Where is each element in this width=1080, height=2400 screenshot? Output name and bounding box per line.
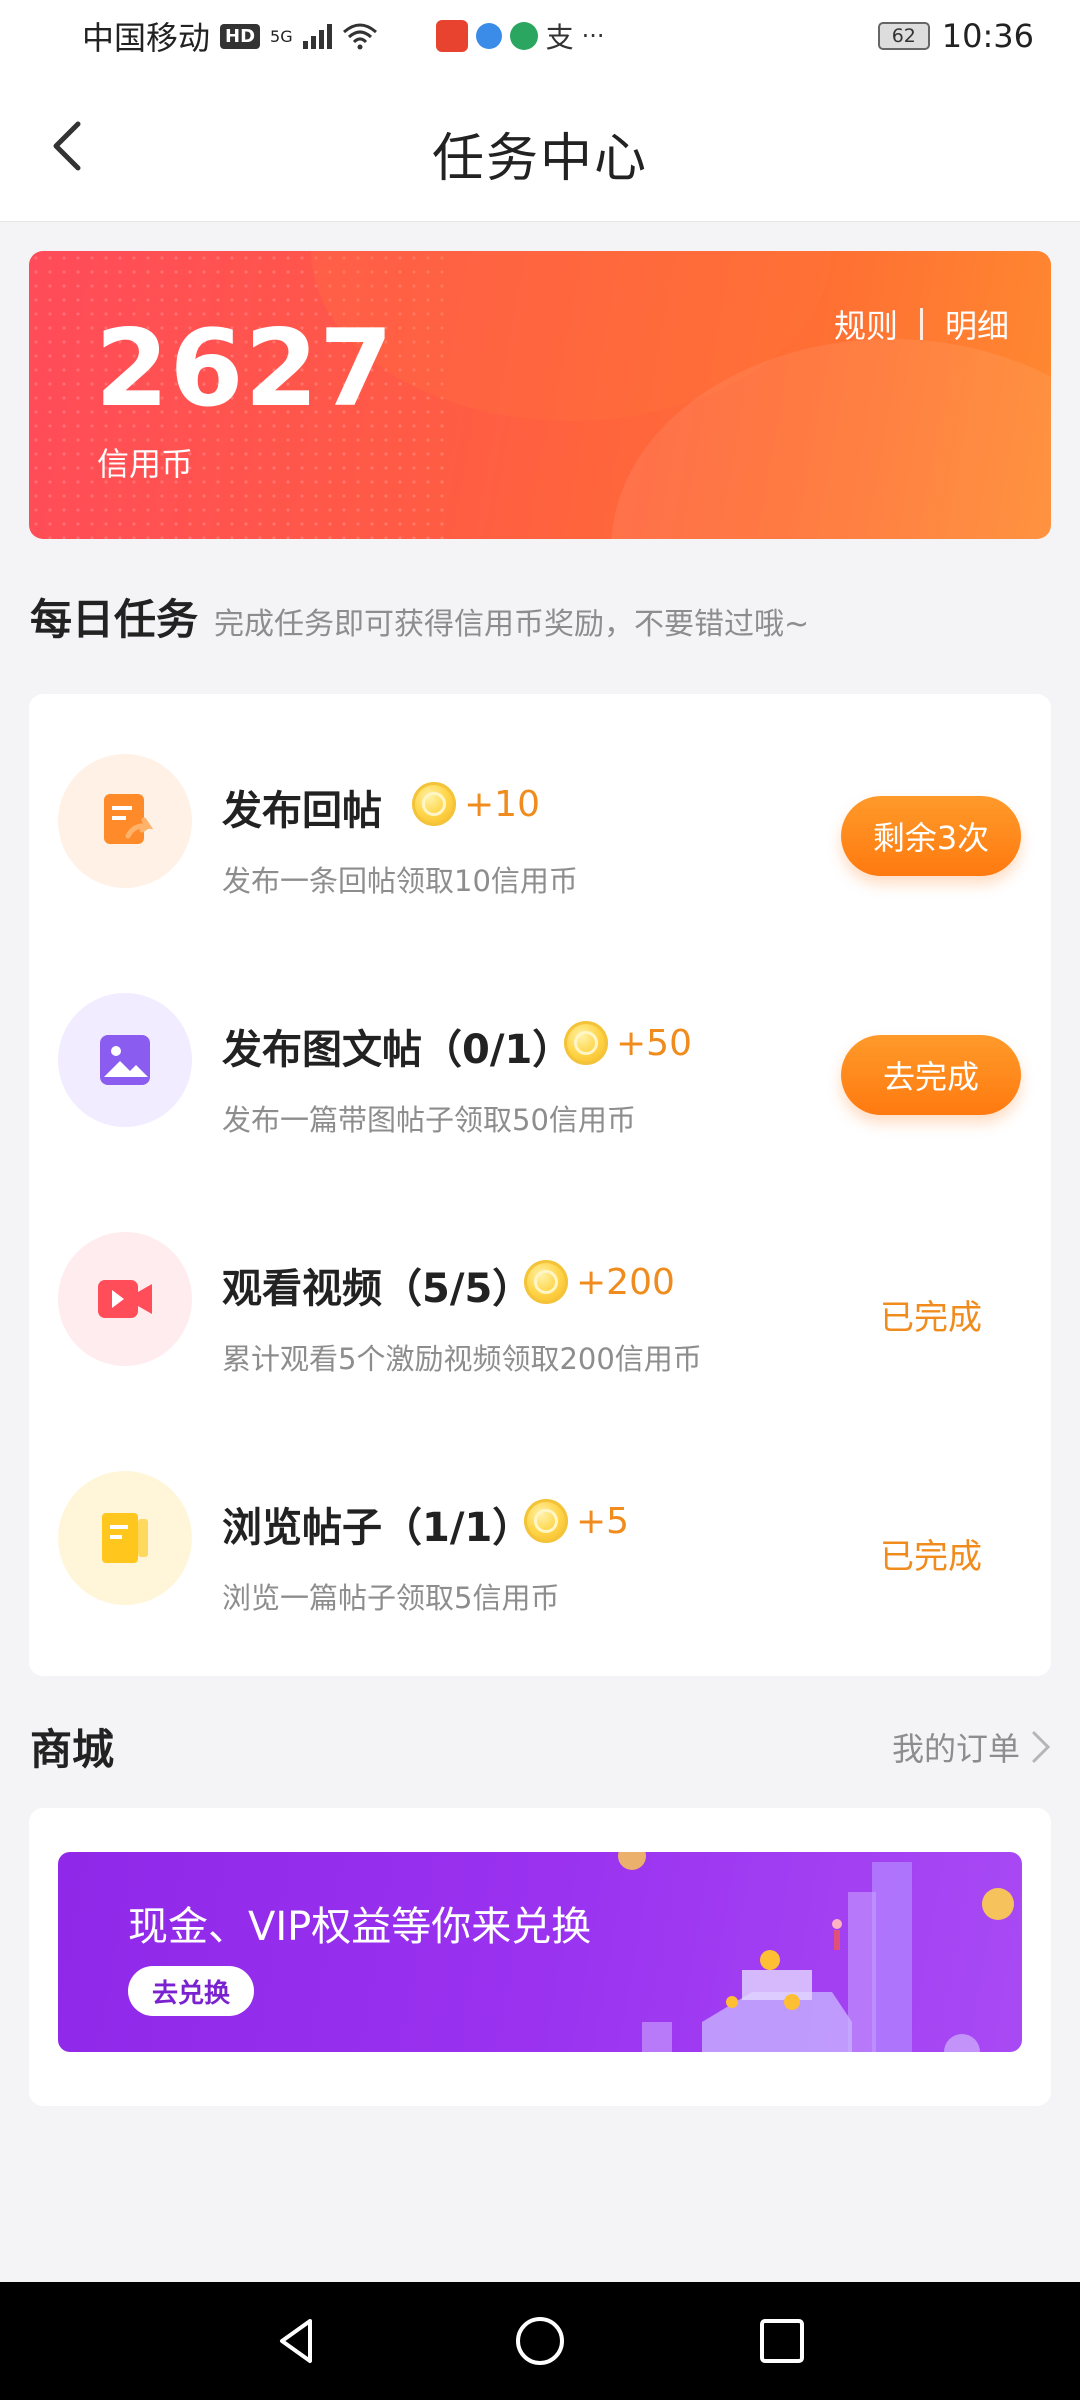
my-orders-label: 我的订单: [891, 1729, 1020, 1768]
daily-tasks-subtitle: 完成任务即可获得信用币奖励，不要错过哦~: [214, 607, 810, 642]
task-name: 浏览帖子（1/1）: [222, 1505, 533, 1551]
promo-illustration: [618, 1852, 1014, 2052]
task-reward: +5: [524, 1499, 629, 1543]
nav-recents-icon[interactable]: [754, 2313, 810, 2369]
task-description: 发布一篇带图帖子领取50信用币: [222, 1103, 636, 1137]
app-header: 任务中心: [0, 72, 1080, 222]
daily-tasks-title: 每日任务: [30, 595, 199, 644]
mall-card: 现金、VIP权益等你来兑换 去兑换: [29, 1808, 1051, 2106]
reply-post-icon: [58, 754, 192, 888]
task-action-button[interactable]: 剩余3次: [841, 796, 1021, 876]
mall-title: 商城: [30, 1725, 115, 1774]
news-notification-icon: [509, 22, 538, 50]
nav-back-icon[interactable]: [270, 2313, 326, 2369]
more-notifications-icon: ···: [581, 22, 605, 50]
coin-icon: [564, 1021, 608, 1065]
coin-icon: [524, 1260, 568, 1304]
credit-links: 规则 明细: [834, 301, 1009, 347]
credit-balance: 2627: [95, 307, 395, 430]
redeem-button[interactable]: 去兑换: [128, 1966, 254, 2016]
task-reward: +50: [564, 1021, 692, 1065]
credit-balance-card: 2627 信用币 规则 明细: [29, 251, 1051, 539]
alipay-notification-icon: 支: [545, 21, 574, 54]
clock: 10:36: [941, 17, 1034, 55]
app-notification-icon: [435, 20, 468, 52]
browse-post-icon: [58, 1471, 192, 1605]
task-completed-label: 已完成: [880, 1297, 982, 1338]
status-right: 62 10:36: [877, 17, 1034, 55]
task-description: 发布一条回帖领取10信用币: [222, 864, 578, 898]
details-link[interactable]: 明细: [945, 301, 1009, 347]
hd-badge: HD: [220, 23, 261, 49]
image-post-icon: [58, 993, 192, 1127]
task-item-video: 观看视频（5/5） +200 累计观看5个激励视频领取200信用币 已完成: [29, 1186, 1051, 1386]
nav-home-icon[interactable]: [512, 2313, 568, 2369]
network-type: 5G: [270, 26, 293, 46]
battery-icon: 62: [877, 22, 930, 50]
carrier-name: 中国移动: [82, 19, 211, 57]
daily-tasks-header: 每日任务 完成任务即可获得信用币奖励，不要错过哦~: [30, 586, 809, 647]
task-completed-label: 已完成: [880, 1536, 982, 1577]
notification-icons: 支 ···: [435, 16, 605, 56]
wifi-icon: [342, 23, 377, 50]
my-orders-link[interactable]: 我的订单: [892, 1724, 1052, 1770]
task-name: 观看视频（5/5）: [222, 1266, 533, 1312]
task-item-reply: 发布回帖 +10 发布一条回帖领取10信用币 剩余3次: [29, 708, 1051, 908]
signal-icon: [302, 23, 332, 49]
credit-unit-label: 信用币: [97, 445, 194, 483]
rules-link[interactable]: 规则: [834, 301, 898, 347]
reward-amount: +10: [464, 783, 540, 825]
promo-headline: 现金、VIP权益等你来兑换: [128, 1904, 592, 1950]
status-left: 中国移动 HD 5G 支 ···: [82, 13, 605, 59]
daily-tasks-card: 发布回帖 +10 发布一条回帖领取10信用币 剩余3次 发布图文帖（0/1） +…: [29, 694, 1051, 1676]
chevron-right-icon: [1032, 1731, 1051, 1762]
coin-icon: [524, 1499, 568, 1543]
task-name: 发布图文帖（0/1）: [222, 1027, 573, 1073]
coin-icon: [412, 782, 456, 826]
mall-header: 商城 我的订单: [30, 1716, 1052, 1777]
task-name: 发布回帖: [222, 788, 382, 834]
video-icon: [58, 1232, 192, 1366]
system-nav-bar: [0, 2282, 1080, 2400]
status-bar: 中国移动 HD 5G 支 ··· 62 10:36: [0, 0, 1080, 72]
task-action-button[interactable]: 去完成: [841, 1035, 1021, 1115]
task-reward: +10: [412, 782, 540, 826]
task-reward: +200: [524, 1260, 675, 1304]
task-description: 浏览一篇帖子领取5信用币: [222, 1581, 560, 1615]
task-description: 累计观看5个激励视频领取200信用币: [222, 1342, 702, 1376]
task-item-browse: 浏览帖子（1/1） +5 浏览一篇帖子领取5信用币 已完成: [29, 1425, 1051, 1625]
page-title: 任务中心: [431, 129, 648, 189]
divider: [919, 308, 923, 340]
reward-amount: +50: [616, 1022, 692, 1064]
exchange-promo-banner[interactable]: 现金、VIP权益等你来兑换 去兑换: [58, 1852, 1022, 2052]
task-item-image-post: 发布图文帖（0/1） +50 发布一篇带图帖子领取50信用币 去完成: [29, 947, 1051, 1147]
reward-amount: +5: [576, 1500, 630, 1542]
reward-amount: +200: [576, 1261, 675, 1303]
browser-notification-icon: [475, 23, 502, 49]
